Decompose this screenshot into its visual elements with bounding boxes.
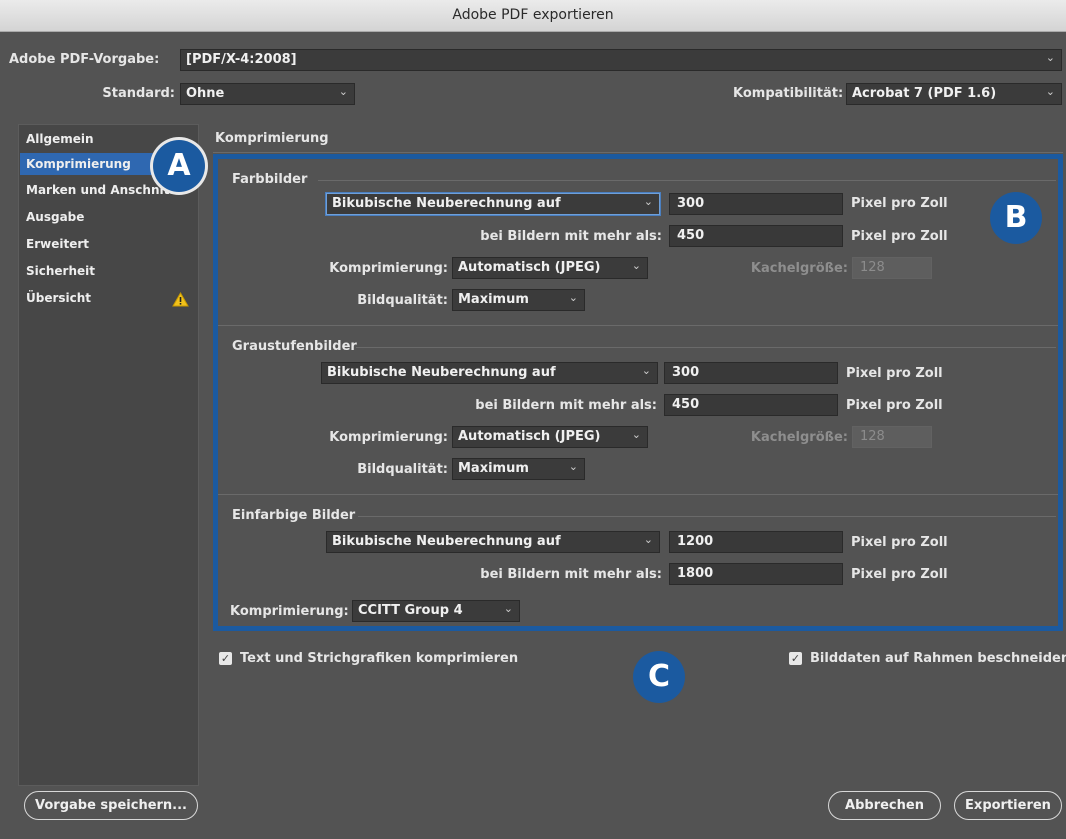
preset-dropdown[interactable]: [PDF/X-4:2008] ⌄ [180,49,1062,71]
window-titlebar: Adobe PDF exportieren [0,0,1066,32]
crop-image-checkbox[interactable]: ✓ [789,652,802,665]
window-title: Adobe PDF exportieren [452,7,614,23]
sidebar-item-marken[interactable]: Marken und Anschnitt [26,183,175,197]
title-divider [213,152,1063,153]
compat-value: Acrobat 7 (PDF 1.6) [852,86,997,101]
sidebar-item-komprimierung[interactable]: Komprimierung [26,157,131,171]
chevron-down-icon: ⌄ [338,85,348,98]
crop-image-label: Bilddaten auf Rahmen beschneiden [810,651,1066,666]
export-button[interactable]: Exportieren [954,791,1062,820]
compress-text-label: Text und Strichgrafiken komprimieren [240,651,519,666]
standard-dropdown[interactable]: Ohne ⌄ [180,83,355,105]
sidebar-item-erweitert[interactable]: Erweitert [26,237,89,251]
chevron-down-icon: ⌄ [1045,51,1055,64]
highlight-box [213,154,1063,631]
compress-text-checkbox[interactable]: ✓ [219,652,232,665]
compat-dropdown[interactable]: Acrobat 7 (PDF 1.6) ⌄ [846,83,1062,105]
sidebar: Allgemein Komprimierung Marken und Ansch… [18,124,199,786]
sidebar-item-sicherheit[interactable]: Sicherheit [26,264,95,278]
page-title: Komprimierung [215,131,329,146]
badge-b: B [990,192,1042,244]
preset-value: [PDF/X-4:2008] [186,52,297,67]
badge-c: C [633,651,685,703]
sidebar-item-ausgabe[interactable]: Ausgabe [26,210,84,224]
save-preset-button[interactable]: Vorgabe speichern... [24,791,198,820]
sidebar-item-uebersicht[interactable]: Übersicht [26,291,91,305]
standard-label: Standard: [102,86,175,101]
standard-value: Ohne [186,86,225,101]
warning-icon [172,292,189,307]
chevron-down-icon: ⌄ [1045,85,1055,98]
cancel-button[interactable]: Abbrechen [828,791,941,820]
compat-label: Kompatibilität: [733,86,844,101]
badge-a: A [153,140,205,192]
preset-label: Adobe PDF-Vorgabe: [9,52,160,67]
sidebar-item-allgemein[interactable]: Allgemein [26,132,94,146]
